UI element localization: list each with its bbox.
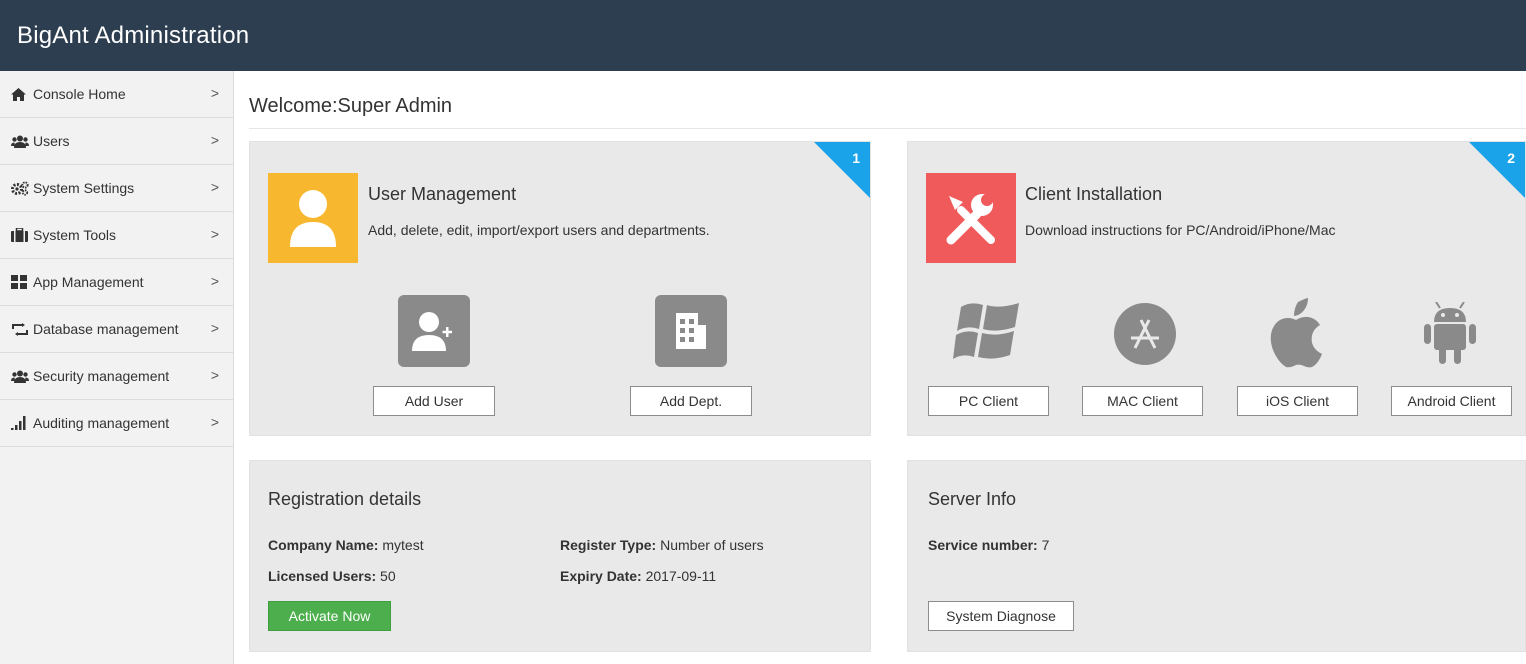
- windows-icon[interactable]: [953, 299, 1023, 365]
- system-diagnose-button[interactable]: System Diagnose: [928, 601, 1074, 631]
- chevron-right-icon: >: [210, 320, 219, 336]
- building-icon: [676, 313, 706, 349]
- app-store-icon[interactable]: [1113, 302, 1177, 366]
- add-user-tile[interactable]: [398, 295, 470, 367]
- chevron-right-icon: >: [210, 132, 219, 148]
- app-title: BigAnt Administration: [17, 22, 250, 49]
- pc-client-button[interactable]: PC Client: [928, 386, 1049, 416]
- field-label: Expiry Date:: [560, 568, 642, 584]
- chevron-right-icon: >: [210, 179, 219, 195]
- chevron-right-icon: >: [210, 273, 219, 289]
- card-title: User Management: [368, 184, 517, 204]
- sidebar-item-label: Auditing management: [33, 415, 170, 431]
- field-value: Number of users: [656, 537, 764, 553]
- sidebar-item-users[interactable]: Users >: [0, 118, 233, 165]
- chevron-right-icon: >: [210, 85, 219, 101]
- card-title: Client Installation: [1025, 184, 1163, 204]
- sync-icon: [11, 322, 33, 336]
- sidebar-item-system-settings[interactable]: System Settings >: [0, 165, 233, 212]
- apple-icon[interactable]: [1270, 298, 1322, 368]
- sidebar-item-system-tools[interactable]: System Tools >: [0, 212, 233, 259]
- field-label: Company Name:: [268, 537, 379, 553]
- chevron-right-icon: >: [210, 226, 219, 242]
- sidebar-item-label: System Tools: [33, 227, 116, 243]
- gears-icon: [11, 180, 33, 196]
- sidebar-item-label: Console Home: [33, 86, 126, 102]
- sidebar-item-label: Users: [33, 133, 70, 149]
- company-name-row: Company Name: mytest: [268, 537, 424, 553]
- licensed-users-row: Licensed Users: 50: [268, 568, 396, 584]
- add-user-button[interactable]: Add User: [373, 386, 495, 416]
- card-description: Add, delete, edit, import/export users a…: [368, 222, 710, 238]
- welcome-heading: Welcome:Super Admin: [249, 95, 453, 117]
- add-user-icon: [412, 312, 452, 351]
- field-value: 50: [376, 568, 396, 584]
- field-label: Register Type:: [560, 537, 657, 553]
- android-client-button[interactable]: Android Client: [1391, 386, 1512, 416]
- expiry-date-row: Expiry Date: 2017-09-11: [560, 568, 716, 584]
- badge-number: 1: [852, 150, 860, 166]
- sidebar: Console Home > Users > System Settings >…: [0, 71, 234, 664]
- mac-client-button[interactable]: MAC Client: [1082, 386, 1203, 416]
- sidebar-item-app-management[interactable]: App Management >: [0, 259, 233, 306]
- sidebar-item-label: App Management: [33, 274, 144, 290]
- tools-icon: [926, 173, 1016, 263]
- signal-bars-icon: [11, 416, 33, 430]
- briefcase-icon: [11, 228, 33, 242]
- section-title: Server Info: [928, 489, 1017, 509]
- add-dept-button[interactable]: Add Dept.: [630, 386, 752, 416]
- divider: [249, 128, 1526, 129]
- field-value: 7: [1037, 537, 1050, 553]
- user-icon: [268, 173, 358, 263]
- sidebar-item-label: Security management: [33, 368, 170, 384]
- chevron-right-icon: >: [210, 414, 219, 430]
- top-header-bar: BigAnt Administration: [0, 0, 1526, 71]
- home-icon: [11, 87, 33, 101]
- section-title: Registration details: [268, 489, 422, 509]
- sidebar-item-auditing-management[interactable]: Auditing management >: [0, 400, 233, 447]
- client-installation-card[interactable]: 2 Client Installation Download instructi…: [907, 141, 1526, 436]
- field-label: Licensed Users:: [268, 568, 377, 584]
- chevron-right-icon: >: [210, 367, 219, 383]
- field-value: 2017-09-11: [641, 568, 717, 584]
- registration-details-card: Registration details Company Name: mytes…: [249, 460, 871, 652]
- badge-number: 2: [1507, 150, 1515, 166]
- sidebar-item-console-home[interactable]: Console Home >: [0, 71, 233, 118]
- sidebar-item-security-management[interactable]: Security management >: [0, 353, 233, 400]
- add-dept-tile[interactable]: [655, 295, 727, 367]
- sidebar-item-label: System Settings: [33, 180, 135, 196]
- register-type-row: Register Type: Number of users: [560, 537, 764, 553]
- badge-corner: [1469, 142, 1525, 198]
- users-icon: [11, 370, 33, 383]
- card-description: Download instructions for PC/Android/iPh…: [1025, 222, 1336, 238]
- badge-corner: [814, 142, 870, 198]
- ios-client-button[interactable]: iOS Client: [1237, 386, 1358, 416]
- main-content: Welcome:Super Admin 1 User Management Ad…: [249, 71, 1526, 664]
- field-label: Service number:: [928, 537, 1038, 553]
- android-icon[interactable]: [1422, 302, 1478, 364]
- field-value: mytest: [378, 537, 424, 553]
- server-info-card: Server Info Service number: 7 System Dia…: [907, 460, 1526, 652]
- sidebar-item-label: Database management: [33, 321, 179, 337]
- activate-now-button[interactable]: Activate Now: [268, 601, 391, 631]
- grid-icon: [11, 275, 33, 289]
- user-management-card[interactable]: 1 User Management Add, delete, edit, imp…: [249, 141, 871, 436]
- service-number-row: Service number: 7: [928, 537, 1049, 553]
- users-icon: [11, 135, 33, 148]
- sidebar-item-database-management[interactable]: Database management >: [0, 306, 233, 353]
